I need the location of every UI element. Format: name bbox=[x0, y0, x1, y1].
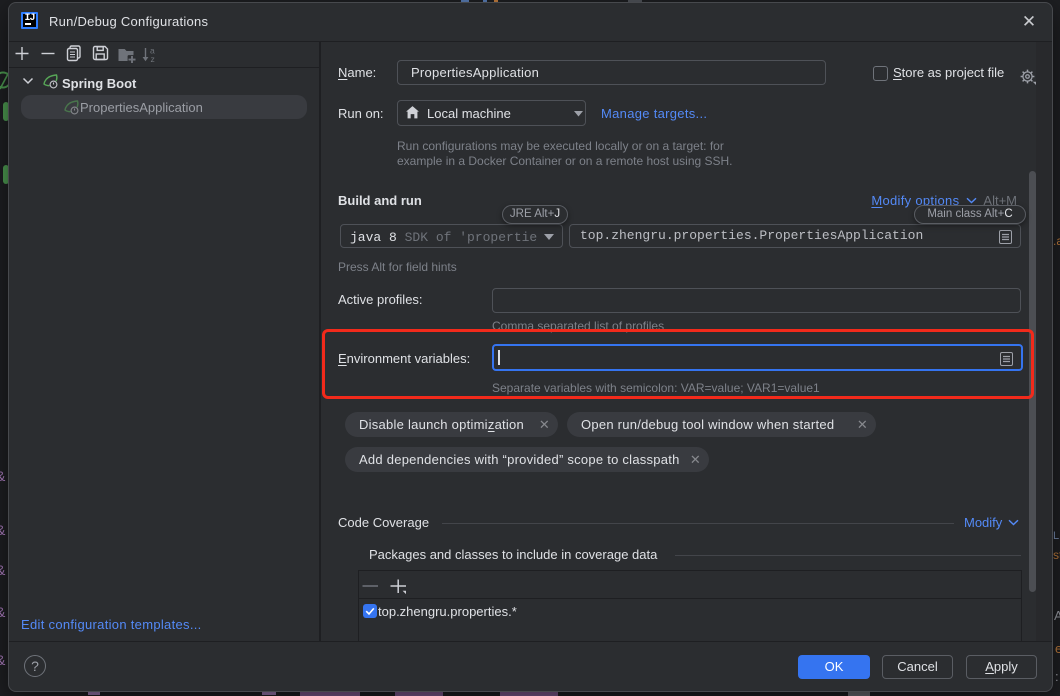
svg-text:z: z bbox=[151, 54, 155, 64]
